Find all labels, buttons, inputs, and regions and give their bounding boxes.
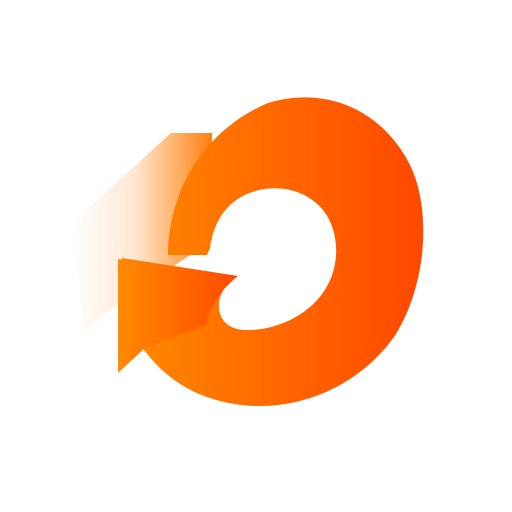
- app-icon-canvas: [0, 0, 512, 512]
- refresh-arrow-icon: [74, 97, 424, 407]
